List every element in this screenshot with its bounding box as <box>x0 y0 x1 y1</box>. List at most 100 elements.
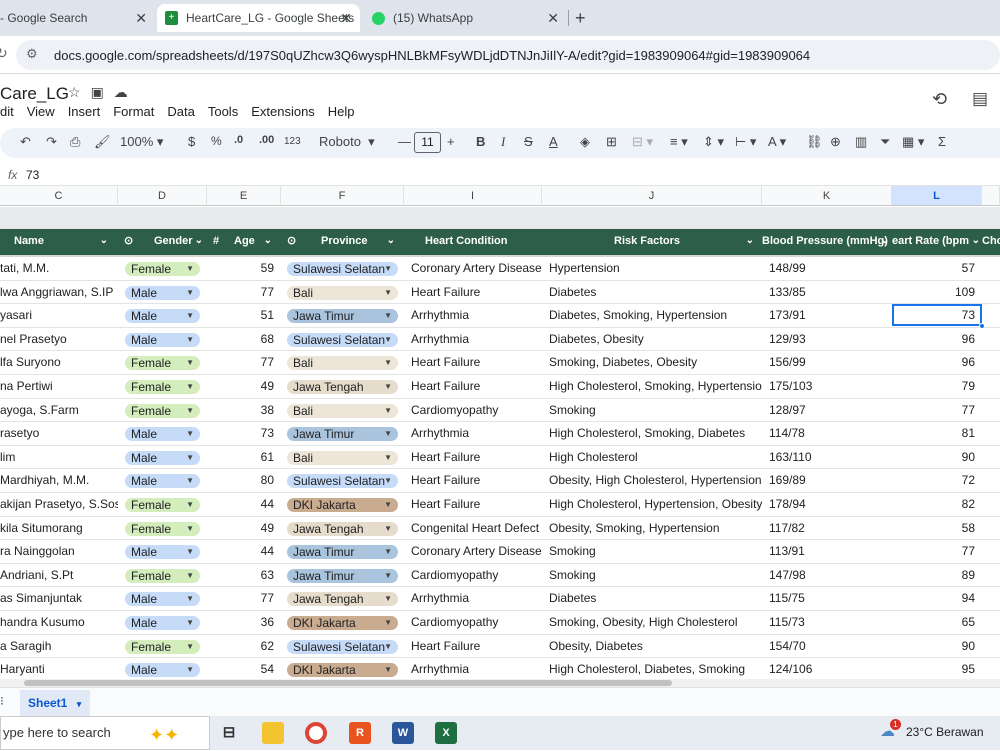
cell-hr[interactable]: 94 <box>892 587 975 610</box>
province-chip[interactable]: Jawa Tengah ▼ <box>287 592 398 607</box>
cell-risk[interactable]: Diabetes, Obesity <box>549 328 762 351</box>
tab-whatsapp[interactable]: (15) WhatsApp ✕ <box>362 4 567 32</box>
rotate-icon[interactable]: A ▾ <box>768 134 786 150</box>
province-chip[interactable]: Jawa Timur ▼ <box>287 545 398 560</box>
cell-name[interactable]: Haryanti <box>0 658 118 681</box>
merge-cells-icon[interactable]: ⊟ ▾ <box>632 134 653 150</box>
cell-bp[interactable]: 178/94 <box>769 493 892 516</box>
cell-risk[interactable]: Smoking <box>549 564 762 587</box>
cell-age[interactable]: 80 <box>207 469 274 492</box>
gender-chip[interactable]: Male ▼ <box>125 592 200 607</box>
province-chip[interactable]: Bali ▼ <box>287 450 398 465</box>
header-name[interactable]: Name ⌄ <box>0 229 118 255</box>
cell-age[interactable]: 63 <box>207 564 274 587</box>
italic-icon[interactable]: I <box>501 134 505 150</box>
cell-bp[interactable]: 154/70 <box>769 635 892 658</box>
gender-chip[interactable]: Female ▼ <box>125 403 200 418</box>
cell-name[interactable]: Mardhiyah, M.M. <box>0 469 118 492</box>
undo-icon[interactable]: ↶ <box>20 134 31 150</box>
close-icon[interactable]: ✕ <box>340 10 352 27</box>
province-chip[interactable]: Jawa Timur ▼ <box>287 568 398 583</box>
cell-hr[interactable]: 96 <box>892 351 975 374</box>
strikethrough-icon[interactable]: S <box>524 134 533 149</box>
word-icon[interactable]: W <box>392 722 414 744</box>
comment-add-icon[interactable]: ⊕ <box>830 134 841 150</box>
cell-bp[interactable]: 117/82 <box>769 517 892 540</box>
filter-icon[interactable]: ⏷ <box>880 134 890 150</box>
chart-icon[interactable]: ▥ <box>855 134 867 150</box>
cell-hr[interactable]: 95 <box>892 658 975 681</box>
gender-chip[interactable]: Male ▼ <box>125 474 200 489</box>
cell-age[interactable]: 77 <box>207 281 274 304</box>
paint-format-icon[interactable]: 🖌 <box>94 134 111 150</box>
cell-age[interactable]: 51 <box>207 304 274 327</box>
cell-risk[interactable]: Diabetes <box>549 281 762 304</box>
cell-bp[interactable]: 124/106 <box>769 658 892 681</box>
cell-risk[interactable]: Smoking, Obesity, High Cholesterol <box>549 611 762 634</box>
align-icon[interactable]: ≡ ▾ <box>670 134 688 150</box>
cell-risk[interactable]: Smoking <box>549 399 762 422</box>
cell-condition[interactable]: Coronary Artery Disease <box>411 257 542 280</box>
text-color-icon[interactable]: A <box>549 134 558 149</box>
cell-condition[interactable]: Heart Failure <box>411 493 542 516</box>
cell-hr[interactable]: 57 <box>892 257 975 280</box>
filter-views-icon[interactable]: ▦ ▾ <box>902 134 924 150</box>
menu-view[interactable]: View <box>27 104 55 119</box>
print-icon[interactable]: ⎙ <box>70 134 80 150</box>
menu-insert[interactable]: Insert <box>68 104 101 119</box>
gender-chip[interactable]: Female ▼ <box>125 498 200 512</box>
tab-google-sheets[interactable]: + HeartCare_LG - Google Sheets ✕ <box>157 4 360 32</box>
cell-age[interactable]: 73 <box>207 422 274 445</box>
cell-name[interactable]: ayoga, S.Farm <box>0 399 118 422</box>
cell-age[interactable]: 44 <box>207 540 274 563</box>
column-header-j[interactable]: J <box>542 186 762 206</box>
wrap-icon[interactable]: ⊢ ▾ <box>735 134 756 150</box>
font-select[interactable]: Roboto ▾ <box>319 134 375 150</box>
cell-risk[interactable]: Obesity, High Cholesterol, Hypertension <box>549 469 762 492</box>
gender-chip[interactable]: Male ▼ <box>125 285 200 300</box>
cell-name[interactable]: na Pertiwi <box>0 375 118 398</box>
province-chip[interactable]: DKI Jakarta ▼ <box>287 498 398 512</box>
cell-risk[interactable]: Hypertension <box>549 257 762 280</box>
column-header-l[interactable]: L <box>892 186 982 206</box>
gender-chip[interactable]: Male ▼ <box>125 450 200 465</box>
cell-age[interactable]: 68 <box>207 328 274 351</box>
task-view-icon[interactable]: ⊟ <box>218 722 240 744</box>
menu-format[interactable]: Format <box>113 104 154 119</box>
cell-condition[interactable]: Heart Failure <box>411 281 542 304</box>
font-size-input[interactable]: 11 <box>414 132 441 153</box>
url-text[interactable]: docs.google.com/spreadsheets/d/197S0qUZh… <box>54 48 810 63</box>
reader-icon[interactable]: R <box>349 722 371 744</box>
cell-hr[interactable]: 72 <box>892 469 975 492</box>
province-chip[interactable]: Bali ▼ <box>287 285 398 300</box>
tab-google-search[interactable]: - Google Search ✕ <box>0 4 155 32</box>
cell-hr[interactable]: 65 <box>892 611 975 634</box>
cell-condition[interactable]: Heart Failure <box>411 446 542 469</box>
cell-risk[interactable]: Obesity, Diabetes <box>549 635 762 658</box>
province-chip[interactable]: Bali ▼ <box>287 356 398 371</box>
increase-font-icon[interactable]: + <box>447 134 455 149</box>
header-condition[interactable]: Heart Condition <box>404 229 542 255</box>
gender-chip[interactable]: Female ▼ <box>125 639 200 654</box>
cell-name[interactable]: as Simanjuntak <box>0 587 118 610</box>
move-folder-icon[interactable]: ▣ <box>91 84 104 101</box>
cell-condition[interactable]: Congenital Heart Defect <box>411 517 542 540</box>
cell-age[interactable]: 77 <box>207 587 274 610</box>
increase-decimal-button[interactable]: .00 <box>259 134 274 146</box>
cell-hr[interactable]: 79 <box>892 375 975 398</box>
menu-edit[interactable]: dit <box>0 104 14 119</box>
province-chip[interactable]: Jawa Tengah ▼ <box>287 380 398 394</box>
province-chip[interactable]: DKI Jakarta ▼ <box>287 663 398 678</box>
cell-bp[interactable]: 114/78 <box>769 422 892 445</box>
currency-button[interactable]: $ <box>188 134 195 149</box>
header-gender[interactable]: ⊙ Gender ⌄ <box>118 229 207 255</box>
cell-name[interactable]: akijan Prasetyo, S.Sos <box>0 493 118 516</box>
cell-risk[interactable]: High Cholesterol, Smoking, Hypertension <box>549 375 762 398</box>
cell-condition[interactable]: Coronary Artery Disease <box>411 540 542 563</box>
weather-text[interactable]: 23°C Berawan <box>906 725 984 739</box>
doc-title[interactable]: Care_LG <box>0 84 69 104</box>
column-header-c[interactable]: C <box>0 186 118 206</box>
scrollbar-thumb[interactable] <box>24 680 672 686</box>
new-tab-icon[interactable]: + <box>575 8 586 29</box>
fill-handle[interactable] <box>979 323 985 329</box>
